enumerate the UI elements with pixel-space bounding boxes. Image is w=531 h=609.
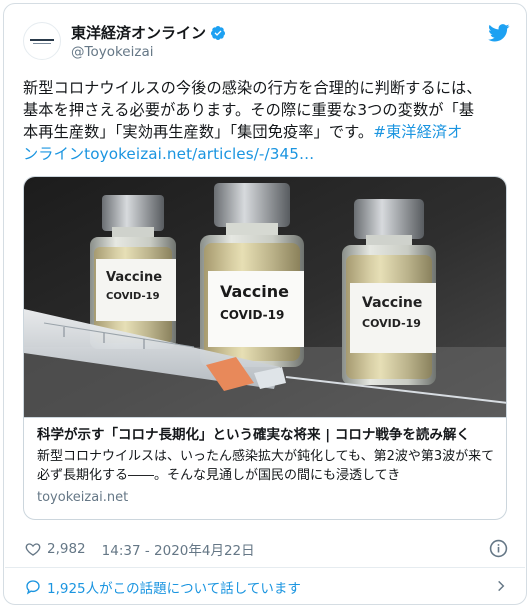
vial-label-text: Vaccine — [220, 282, 289, 301]
tweet-text-line: 新型コロナウイルスの今後の感染の行方を合理的に判断するには、 — [23, 79, 482, 97]
chevron-right-icon[interactable] — [494, 579, 508, 593]
verified-badge-icon — [211, 26, 226, 40]
link-card-title[interactable]: 科学が示す「コロナ長期化」という確実な将来 | コロナ戦争を読み解く — [37, 426, 495, 445]
tweet-header: 東洋経済オンライン @Toyokeizai — [23, 22, 510, 62]
avatar-logo-mark — [30, 38, 54, 41]
avatar[interactable] — [23, 22, 61, 60]
vial-label-text: COVID-19 — [106, 291, 160, 302]
author-handle[interactable]: @Toyokeizai — [71, 44, 153, 60]
tweet-meta: 2,982 14:37 - 2020年4月22日 — [25, 539, 508, 559]
article-url-link[interactable]: toyokeizai.net/articles/-/345… — [84, 145, 314, 163]
discussion-link[interactable]: 1,925人がこの話題について話しています — [25, 575, 508, 599]
vial-center: Vaccine COVID-19 — [200, 183, 304, 367]
hashtag-link-continued[interactable]: ンライン — [23, 145, 84, 163]
tweet-timestamp[interactable]: 14:37 - 2020年4月22日 — [102, 539, 255, 559]
vial-left: Vaccine COVID-19 — [90, 195, 176, 349]
tweet-text-line: 本再生産数」「実効再生産数」「集団免疫率」です。#東洋経済オ — [23, 121, 515, 143]
link-preview-card[interactable]: Vaccine COVID-19 Vaccine COVID-19 Vaccin… — [23, 176, 507, 520]
like-count[interactable]: 2,982 — [47, 541, 86, 557]
author-display-name[interactable]: 東洋経済オンライン — [71, 23, 206, 43]
vial-label-text: COVID-19 — [220, 308, 284, 322]
tweet-text-line: 基本を押さえる必要があります。その際に重要な3つの変数が「基 — [23, 101, 475, 119]
speech-bubble-icon — [26, 580, 40, 595]
twitter-bird-icon[interactable] — [488, 24, 510, 42]
tweet-text-line: ンラインtoyokeizai.net/articles/-/345… — [23, 143, 515, 165]
vaccine-vials-image[interactable]: Vaccine COVID-19 Vaccine COVID-19 Vaccin… — [24, 177, 507, 417]
author-name-row[interactable]: 東洋経済オンライン — [71, 23, 226, 43]
vial-label-text: COVID-19 — [362, 317, 421, 330]
link-card-domain: toyokeizai.net — [37, 490, 129, 505]
tweet-text-segment: 本再生産数」「実効再生産数」「集団免疫率」です。 — [23, 123, 374, 141]
vial-right: Vaccine COVID-19 — [342, 199, 436, 385]
info-icon[interactable] — [489, 539, 508, 558]
vial-label-text: Vaccine — [362, 295, 422, 311]
divider — [5, 567, 525, 568]
avatar-logo-sub — [33, 42, 51, 44]
discussion-label[interactable]: 1,925人がこの話題について話しています — [47, 577, 301, 597]
hashtag-link[interactable]: #東洋経済オ — [373, 123, 462, 141]
tweet-embed-card: 東洋経済オンライン @Toyokeizai 新型コロナウイルスの今後の感染の行方… — [3, 3, 527, 605]
link-card-body[interactable]: 科学が示す「コロナ長期化」という確実な将来 | コロナ戦争を読み解く 新型コロナ… — [24, 417, 506, 519]
link-card-description: 新型コロナウイルスは、いったん感染拡大が鈍化しても、第2波や第3波が来て必ず長期… — [37, 449, 495, 483]
heart-icon[interactable] — [25, 541, 41, 557]
tweet-text: 新型コロナウイルスの今後の感染の行方を合理的に判断するには、 基本を押さえる必要… — [23, 77, 515, 165]
vial-label-text: Vaccine — [106, 270, 162, 285]
